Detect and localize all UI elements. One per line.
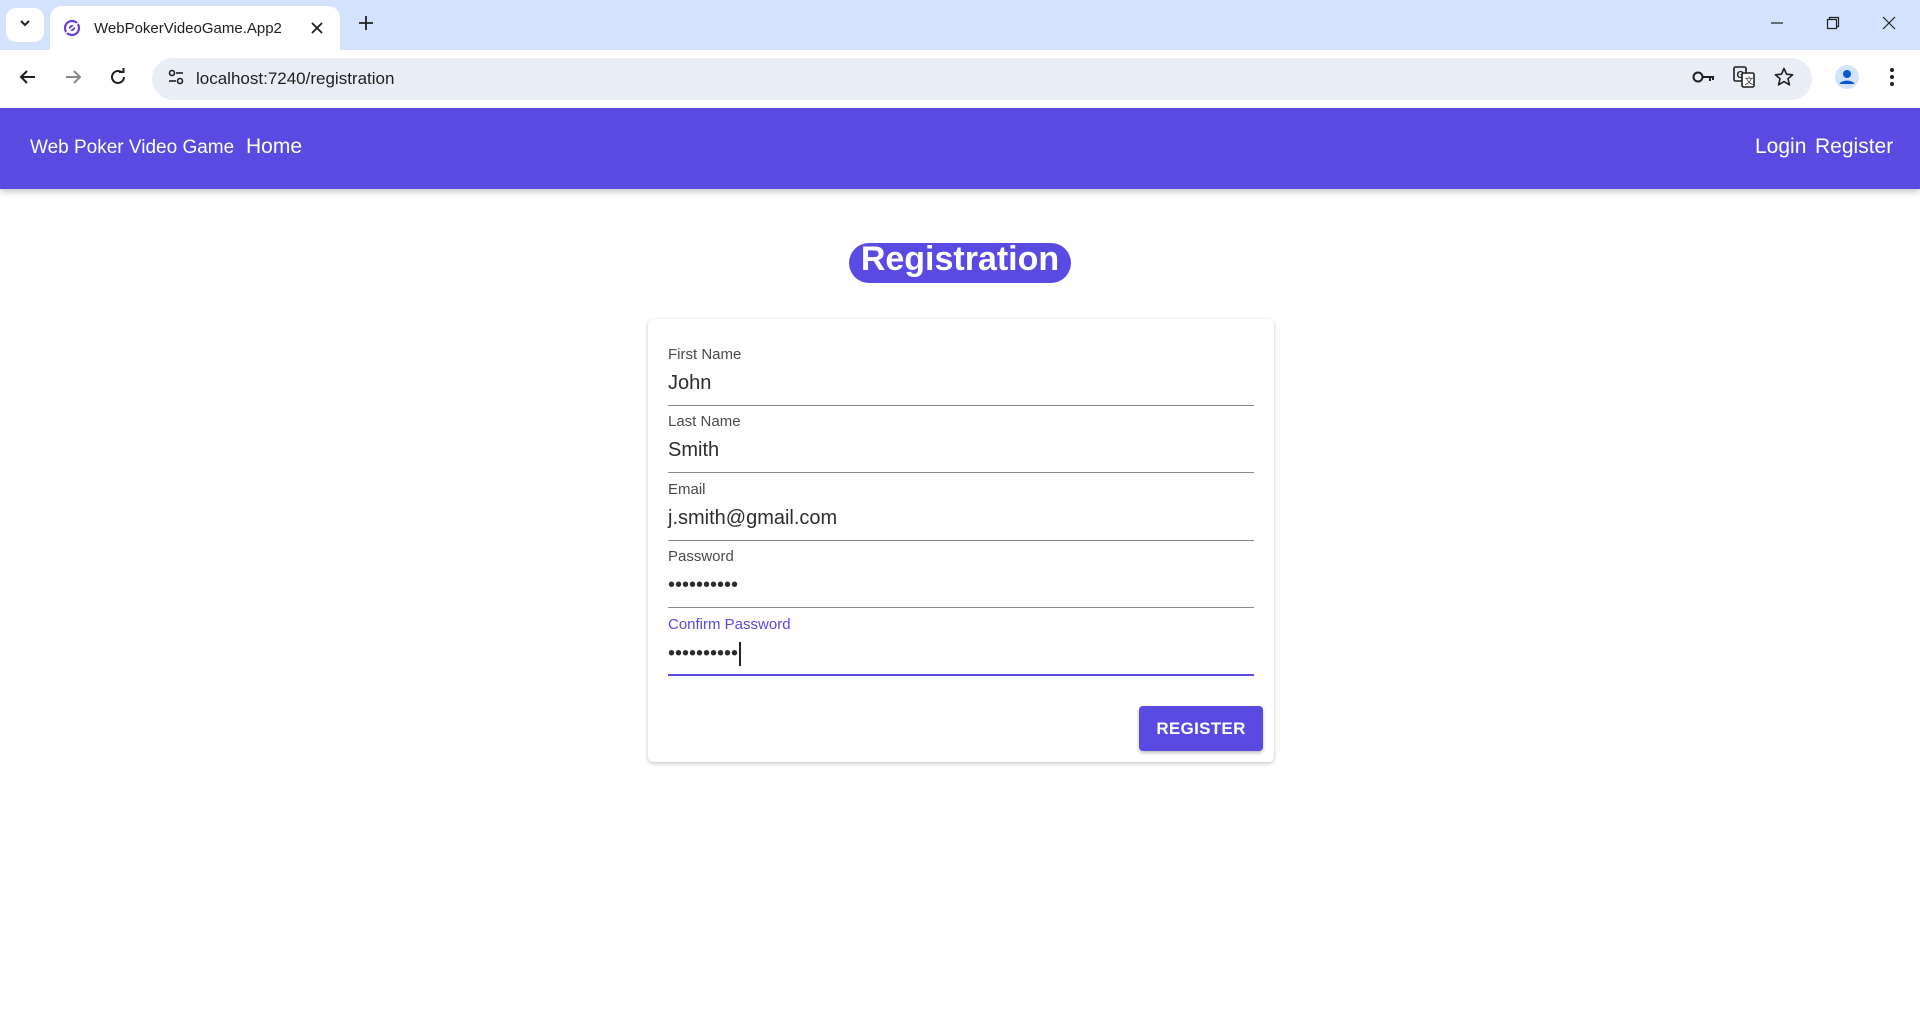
first-name-field[interactable]: First Name John [668, 346, 1254, 406]
tab-search-button[interactable] [6, 8, 44, 42]
last-name-field[interactable]: Last Name Smith [668, 413, 1254, 473]
translate-button[interactable]: G文 [1728, 63, 1760, 95]
password-label: Password [668, 548, 734, 565]
bookmark-button[interactable] [1768, 63, 1800, 95]
minimize-icon [1770, 16, 1784, 35]
kebab-menu-icon [1889, 67, 1895, 92]
brand-link[interactable]: Web Poker Video Game [30, 137, 234, 159]
confirm-password-label: Confirm Password [668, 616, 791, 633]
address-bar[interactable]: localhost:7240/registration G文 [152, 58, 1812, 100]
reload-icon [109, 67, 127, 91]
registration-form: First Name John Last Name Smith Email j.… [648, 319, 1274, 762]
restore-icon [1826, 16, 1840, 35]
confirm-password-input[interactable]: •••••••••• [668, 642, 738, 664]
star-icon [1774, 67, 1794, 92]
app-bar: Web Poker Video Game Home Login Register [0, 108, 1920, 189]
password-field[interactable]: Password •••••••••• [668, 548, 1254, 608]
arrow-left-icon [19, 68, 37, 91]
text-caret [739, 642, 741, 666]
arrow-right-icon [64, 68, 82, 91]
back-button[interactable] [10, 61, 46, 97]
browser-toolbar: localhost:7240/registration G文 [0, 50, 1920, 108]
close-icon [1882, 16, 1896, 35]
confirm-password-field[interactable]: Confirm Password •••••••••• [668, 616, 1254, 676]
plus-icon [358, 15, 374, 36]
tune-icon [167, 68, 185, 91]
email-input[interactable]: j.smith@gmail.com [668, 507, 837, 530]
chevron-down-icon [18, 16, 32, 35]
restore-button[interactable] [1817, 10, 1849, 40]
new-tab-button[interactable] [352, 11, 380, 39]
svg-text:文: 文 [1745, 75, 1754, 87]
browser-tabstrip: WebPokerVideoGame.App2 [0, 0, 1920, 50]
email-label: Email [668, 481, 706, 498]
key-icon [1692, 70, 1716, 89]
first-name-input[interactable]: John [668, 372, 711, 395]
browser-menu-button[interactable] [1874, 61, 1910, 97]
url-text: localhost:7240/registration [196, 69, 395, 88]
nav-register-link[interactable]: Register [1815, 135, 1893, 159]
confirm-password-input-wrap[interactable]: •••••••••• [668, 642, 741, 666]
tab-title: WebPokerVideoGame.App2 [94, 19, 282, 37]
profile-icon [1834, 64, 1860, 95]
translate-icon: G文 [1733, 65, 1755, 93]
page-title: Registration [849, 242, 1071, 283]
nav-home-link[interactable]: Home [246, 135, 302, 159]
profile-button[interactable] [1829, 61, 1865, 97]
minimize-button[interactable] [1761, 10, 1793, 40]
password-input[interactable]: •••••••••• [668, 574, 738, 597]
password-manager-button[interactable] [1688, 63, 1720, 95]
email-field[interactable]: Email j.smith@gmail.com [668, 481, 1254, 541]
first-name-label: First Name [668, 346, 742, 363]
reload-button[interactable] [100, 61, 136, 97]
close-window-button[interactable] [1873, 10, 1905, 40]
register-button[interactable]: REGISTER [1139, 706, 1263, 751]
close-icon[interactable] [306, 17, 328, 39]
site-info-button[interactable] [160, 63, 192, 95]
last-name-label: Last Name [668, 413, 741, 430]
last-name-input[interactable]: Smith [668, 439, 719, 462]
browser-tab-active[interactable]: WebPokerVideoGame.App2 [50, 6, 340, 50]
nav-login-link[interactable]: Login [1755, 135, 1806, 159]
forward-button[interactable] [55, 61, 91, 97]
blazor-favicon-icon [62, 18, 82, 38]
